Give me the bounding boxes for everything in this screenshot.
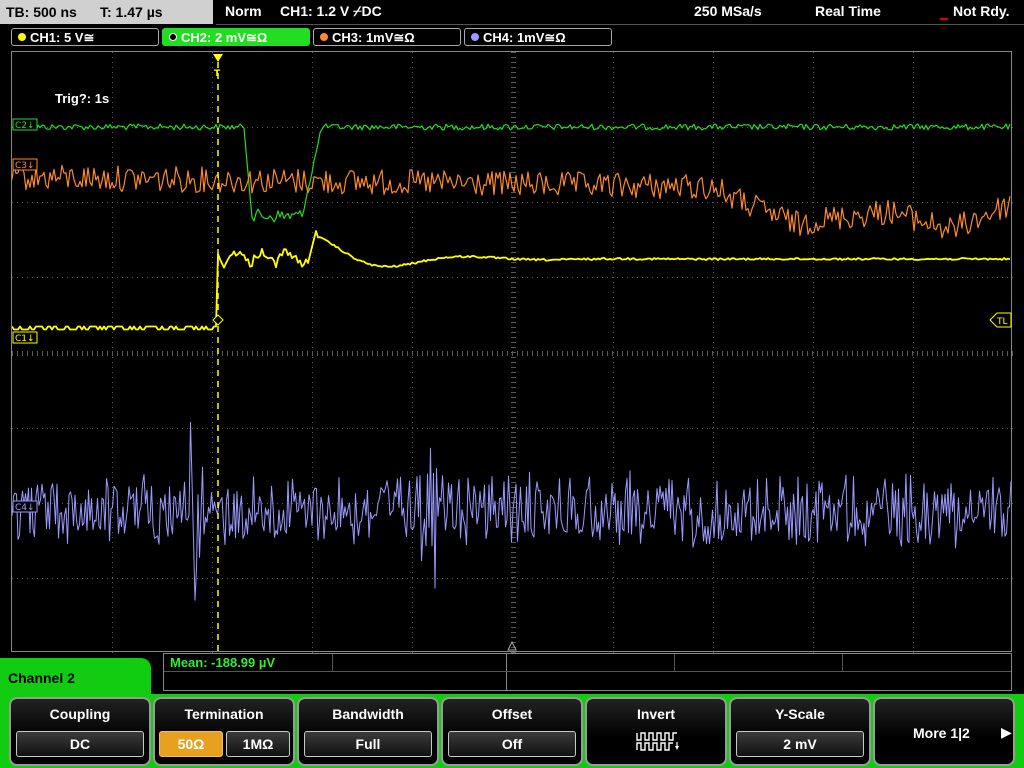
panel-title: Channel 2: [8, 670, 75, 686]
bandwidth-value[interactable]: Full: [304, 731, 432, 757]
yscale-softkey[interactable]: Y-Scale 2 mV: [729, 697, 871, 766]
ch4-color-dot: [471, 33, 479, 41]
tab-ch1[interactable]: CH1: 5 V≅: [11, 28, 159, 46]
trigger-status-text: Trig?: 1s: [55, 91, 110, 106]
acquisition-status: Not Rdy.: [953, 3, 1010, 19]
tab-ch3-label: CH3: 1mV≅Ω: [332, 30, 415, 45]
ch4-trace: [12, 422, 1012, 601]
ch1-color-dot: [18, 33, 26, 41]
trigger-level-marker[interactable]: TL: [989, 312, 1012, 328]
time-offset-value: T: 1.47 µs: [100, 4, 163, 20]
offset-softkey[interactable]: Offset Off: [441, 697, 583, 766]
trigger-mode[interactable]: Norm: [225, 3, 262, 19]
tab-ch2-label: CH2: 2 mV≅Ω: [181, 30, 268, 45]
timebase-box[interactable]: TB: 500 ns T: 1.47 µs: [0, 0, 213, 24]
ch4-marker[interactable]: C4↓: [12, 500, 38, 513]
coupling-value[interactable]: DC: [16, 731, 144, 757]
waveform-display[interactable]: C2↓ C3↓ C1↓ C4↓ TL T: [11, 51, 1013, 653]
termination-label: Termination: [184, 706, 264, 722]
trigger-point-diamond: [212, 314, 224, 326]
trigger-info[interactable]: CH1: 1.2 V ⌿DC: [280, 3, 382, 20]
measurement-bar: [163, 653, 1012, 691]
termination-softkey[interactable]: Termination 50Ω 1MΩ: [153, 697, 295, 766]
yscale-value[interactable]: 2 mV: [736, 731, 864, 757]
acquisition-mode: Real Time: [815, 3, 881, 19]
ch1-marker[interactable]: C1↓: [12, 331, 38, 344]
mean-measurement: Mean: -188.99 µV: [170, 655, 276, 670]
tab-ch3[interactable]: CH3: 1mV≅Ω: [313, 28, 461, 46]
termination-50-ohm-option[interactable]: 50Ω: [159, 731, 223, 757]
timebase-value: TB: 500 ns: [6, 4, 77, 20]
ch4-marker-label: C4↓: [15, 503, 35, 513]
trigger-level-label: TL: [996, 317, 1008, 327]
tab-ch2[interactable]: CH2: 2 mV≅Ω: [162, 28, 310, 46]
offset-label: Offset: [491, 706, 533, 722]
ch2-marker[interactable]: C2↓: [12, 118, 38, 131]
ch3-trace: [12, 164, 1011, 239]
bandwidth-softkey[interactable]: Bandwidth Full: [297, 697, 439, 766]
invert-softkey[interactable]: Invert: [585, 697, 727, 766]
trigger-position-label: T: [214, 69, 221, 79]
horizontal-position-marker[interactable]: [507, 640, 517, 651]
ch2-marker-label: C2↓: [15, 121, 35, 131]
ch3-color-dot: [320, 33, 328, 41]
yscale-label: Y-Scale: [775, 706, 825, 722]
offset-value[interactable]: Off: [448, 731, 576, 757]
invert-label: Invert: [636, 706, 676, 722]
bandwidth-label: Bandwidth: [332, 706, 404, 722]
more-softkey[interactable]: More 1|2 ▶: [873, 697, 1015, 766]
waveform-canvas[interactable]: C2↓ C3↓ C1↓ C4↓ TL T: [12, 52, 1013, 653]
coupling-softkey[interactable]: Coupling DC: [9, 697, 151, 766]
invert-waveform-icon: [636, 732, 679, 751]
tab-ch4[interactable]: CH4: 1mV≅Ω: [464, 28, 612, 46]
coupling-label: Coupling: [49, 706, 111, 722]
ch1-trace: [12, 230, 1011, 331]
tab-ch4-label: CH4: 1mV≅Ω: [483, 30, 566, 45]
tab-ch1-label: CH1: 5 V≅: [30, 30, 95, 45]
ch3-marker[interactable]: C3↓: [12, 158, 38, 171]
status-indicator: [940, 18, 948, 20]
graticule-grid: [12, 52, 1013, 653]
arrow-right-icon: ▶: [1001, 724, 1012, 740]
sample-rate: 250 MSa/s: [694, 3, 762, 19]
ch3-marker-label: C3↓: [15, 161, 35, 171]
ch1-marker-label: C1↓: [15, 334, 35, 344]
ch2-color-dot: [169, 33, 177, 41]
termination-1m-ohm-option[interactable]: 1MΩ: [226, 731, 290, 757]
more-label: More 1|2: [913, 725, 970, 741]
